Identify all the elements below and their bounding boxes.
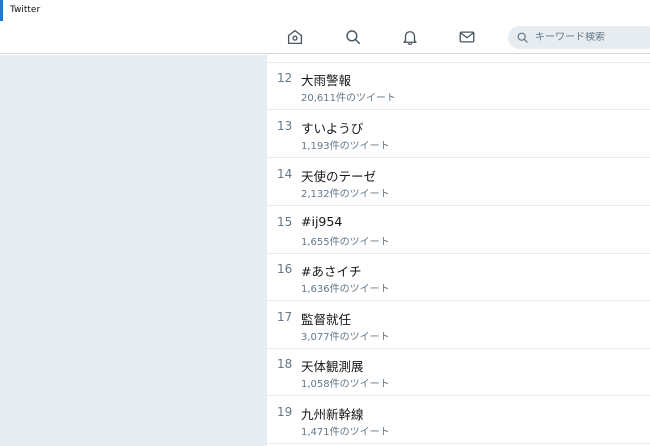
home-icon[interactable] bbox=[285, 27, 305, 47]
trend-item[interactable]: 18 天体観測展 1,058件のツイート bbox=[267, 349, 650, 396]
window-titlebar: Twitter bbox=[0, 0, 650, 21]
trend-tweet-count: 1,655件のツイート bbox=[301, 237, 390, 248]
trend-name: 九州新幹線 bbox=[301, 407, 364, 422]
trend-tweet-count: 3,077件のツイート bbox=[301, 332, 390, 343]
trend-tweet-count: 1,058件のツイート bbox=[301, 379, 390, 390]
trend-name: #あさイチ bbox=[301, 264, 362, 279]
trend-item[interactable]: 14 天使のテーゼ 2,132件のツイート bbox=[267, 159, 650, 206]
trend-item[interactable]: 15 #ij954 1,655件のツイート bbox=[267, 207, 650, 254]
trend-item[interactable]: 16 #あさイチ 1,636件のツイート bbox=[267, 254, 650, 301]
trend-name: 天使のテーゼ bbox=[301, 169, 377, 184]
trend-name: #ij954 bbox=[301, 214, 343, 229]
trend-name: 天体観測展 bbox=[301, 359, 364, 374]
trend-rank: 13 bbox=[277, 119, 293, 133]
trend-name: すいようび bbox=[301, 121, 364, 136]
trend-item[interactable]: 12 大雨警報 20,611件のツイート bbox=[267, 63, 650, 110]
search-input[interactable] bbox=[535, 32, 650, 43]
trend-tweet-count: 1,636件のツイート bbox=[301, 284, 390, 295]
top-navigation-bar bbox=[0, 21, 650, 54]
trend-name: 大雨警報 bbox=[301, 73, 352, 88]
trend-item[interactable]: 13 すいようび 1,193件のツイート bbox=[267, 111, 650, 158]
trend-rank: 15 bbox=[277, 215, 293, 229]
trend-tweet-count: 2,132件のツイート bbox=[301, 189, 390, 200]
trend-rank: 17 bbox=[277, 310, 293, 324]
trend-tweet-count: 1,193件のツイート bbox=[301, 141, 390, 152]
left-sidebar bbox=[0, 55, 267, 446]
search-icon[interactable] bbox=[343, 27, 363, 47]
search-field-icon bbox=[517, 32, 528, 43]
search-box[interactable] bbox=[508, 26, 650, 49]
trend-name: 監督就任 bbox=[301, 312, 352, 327]
trend-item[interactable]: 19 九州新幹線 1,471件のツイート bbox=[267, 397, 650, 444]
trend-rank: 14 bbox=[277, 167, 293, 181]
trend-rank: 19 bbox=[277, 405, 293, 419]
trend-tweet-count: 1,471件のツイート bbox=[301, 427, 390, 438]
bell-icon[interactable] bbox=[400, 27, 420, 47]
trend-item[interactable]: 17 監督就任 3,077件のツイート bbox=[267, 302, 650, 349]
window-title: Twitter bbox=[10, 5, 41, 15]
trend-rank: 18 bbox=[277, 357, 293, 371]
titlebar-accent bbox=[0, 0, 3, 21]
mail-icon[interactable] bbox=[457, 27, 477, 47]
trends-list: 12 大雨警報 20,611件のツイート 13 すいようび 1,193件のツイー… bbox=[267, 55, 650, 446]
trend-rank: 12 bbox=[277, 71, 293, 85]
trend-rank: 16 bbox=[277, 262, 293, 276]
trend-tweet-count: 20,611件のツイート bbox=[301, 93, 396, 104]
